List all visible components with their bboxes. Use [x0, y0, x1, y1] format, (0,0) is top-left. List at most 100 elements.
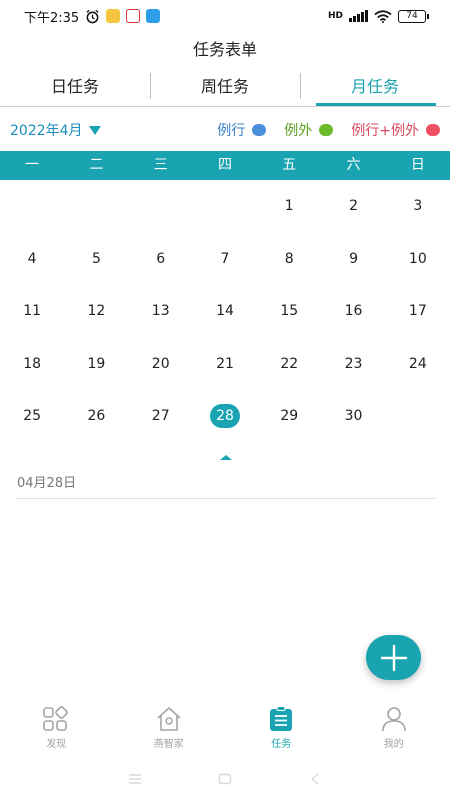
calendar-day[interactable] — [193, 180, 257, 233]
calendar-day-number: 11 — [23, 303, 42, 320]
calendar-day[interactable]: 21 — [193, 338, 257, 391]
news-app-icon — [126, 9, 141, 23]
calendar-toolbar: 2022年4月 例行 例外 例行+例外 — [0, 114, 450, 146]
calendar-day-number: 1 — [284, 198, 294, 215]
wifi-icon — [374, 9, 392, 23]
calendar-day-number: 20 — [151, 355, 170, 372]
status-right: HD 74 — [328, 9, 429, 23]
calendar-day[interactable]: 9 — [321, 233, 385, 286]
calendar-week-row: 4 5 6 7 8 9 10 — [0, 233, 450, 286]
task-tabs: 日任务 周任务 月任务 — [0, 70, 450, 107]
tab-daily-tasks[interactable]: 日任务 — [0, 70, 150, 106]
calendar-day-selected[interactable]: 28 — [193, 390, 257, 443]
dropdown-triangle-icon — [88, 125, 101, 135]
calendar-day[interactable]: 8 — [257, 233, 321, 286]
calendar-day-number: 7 — [220, 250, 230, 267]
system-nav-bar — [0, 768, 450, 790]
calendar-day[interactable]: 26 — [64, 390, 128, 443]
weekday-label: 日 — [410, 157, 425, 173]
calendar-day-number: 27 — [151, 408, 170, 425]
calendar-day[interactable]: 15 — [257, 285, 321, 338]
calendar-day[interactable]: 16 — [321, 285, 385, 338]
calendar-day[interactable]: 7 — [193, 233, 257, 286]
calendar-day-number: 4 — [27, 250, 37, 267]
calendar-day-number: 23 — [344, 355, 363, 372]
calendar-day[interactable]: 29 — [257, 390, 321, 443]
calendar-week-row: 11 12 13 14 15 16 17 — [0, 285, 450, 338]
nav-item-smart-home[interactable]: 燕智家 — [113, 705, 226, 755]
nav-label-smart-home: 燕智家 — [153, 739, 184, 750]
calendar-day[interactable]: 6 — [129, 233, 193, 286]
weekday-header: 一 二 三 四 五 六 日 — [0, 151, 450, 180]
profile-icon — [379, 705, 409, 733]
tab-monthly-tasks[interactable]: 月任务 — [300, 70, 450, 106]
battery-level: 74 — [406, 11, 418, 21]
calendar-day[interactable]: 23 — [321, 338, 385, 391]
calendar-day-number: 10 — [408, 250, 427, 267]
calendar-day[interactable]: 3 — [386, 180, 450, 233]
weibo-icon — [106, 9, 121, 23]
month-picker[interactable]: 2022年4月 — [10, 120, 101, 140]
weekday-label: 四 — [217, 157, 232, 173]
calendar-day[interactable] — [129, 180, 193, 233]
selected-date-label: 04月28日 — [17, 476, 77, 491]
page-title: 任务表单 — [192, 40, 257, 59]
calendar-day-number: 9 — [349, 250, 358, 267]
calendar-day[interactable]: 25 — [0, 390, 64, 443]
weekday-label: 六 — [346, 157, 361, 173]
legend-dot-exception — [319, 124, 334, 136]
calendar-day[interactable]: 2 — [321, 180, 385, 233]
calendar-day-number: 3 — [413, 198, 423, 215]
calendar-day-number: 28 — [209, 404, 240, 429]
calendar-day-number: 30 — [344, 408, 363, 425]
tab-weekly-tasks[interactable]: 周任务 — [150, 70, 300, 106]
calendar-day[interactable]: 11 — [0, 285, 64, 338]
calendar-day[interactable]: 30 — [321, 390, 385, 443]
legend-item-routine-exception: 例行+例外 — [351, 120, 440, 140]
calendar-day[interactable] — [64, 180, 128, 233]
calendar-day-number: 24 — [408, 355, 427, 372]
calendar-day[interactable]: 20 — [129, 338, 193, 391]
message-app-icon — [146, 9, 161, 23]
calendar-day[interactable]: 12 — [64, 285, 128, 338]
legend-item-exception: 例外 — [284, 120, 334, 140]
nav-item-tasks[interactable]: 任务 — [225, 705, 338, 755]
calendar-day-number: 5 — [91, 250, 101, 267]
status-time: 下午2:35 — [24, 10, 80, 26]
calendar-day[interactable]: 13 — [129, 285, 193, 338]
calendar-day-number: 18 — [23, 355, 42, 372]
back-icon[interactable] — [308, 773, 322, 785]
calendar-day-number: 19 — [87, 355, 106, 372]
calendar-day-number: 21 — [216, 355, 234, 372]
calendar-day[interactable]: 5 — [64, 233, 128, 286]
calendar-day[interactable] — [386, 390, 450, 443]
calendar-day[interactable]: 19 — [64, 338, 128, 391]
calendar-day-number: 12 — [87, 303, 106, 320]
calendar-day[interactable]: 14 — [193, 285, 257, 338]
collapse-calendar-caret-icon[interactable] — [220, 455, 232, 460]
nav-label-tasks: 任务 — [271, 739, 292, 750]
calendar-day[interactable] — [0, 180, 64, 233]
calendar-day[interactable]: 10 — [386, 233, 450, 286]
calendar-day[interactable]: 24 — [386, 338, 450, 391]
calendar-day[interactable]: 17 — [386, 285, 450, 338]
calendar-week-row: 1 2 3 — [0, 180, 450, 233]
bottom-nav: 发现 燕智家 任务 我的 — [0, 705, 450, 755]
legend-label-routine: 例行 — [217, 123, 246, 139]
calendar-day[interactable]: 22 — [257, 338, 321, 391]
legend-dot-routine-exception — [426, 124, 440, 136]
calendar-day[interactable]: 1 — [257, 180, 321, 233]
month-picker-label: 2022年4月 — [10, 123, 83, 139]
calendar-day-number: 8 — [284, 250, 294, 267]
calendar-week-row: 25 26 27 28 29 30 — [0, 390, 450, 443]
nav-item-profile[interactable]: 我的 — [338, 705, 450, 755]
plus-icon — [380, 644, 407, 671]
calendar-day[interactable]: 18 — [0, 338, 64, 391]
add-task-button[interactable] — [366, 635, 421, 680]
calendar-day[interactable]: 27 — [129, 390, 193, 443]
legend-label-exception: 例外 — [284, 123, 313, 139]
menu-icon[interactable] — [128, 773, 142, 785]
calendar-day[interactable]: 4 — [0, 233, 64, 286]
home-square-icon[interactable] — [218, 773, 232, 785]
nav-item-discover[interactable]: 发现 — [0, 705, 113, 755]
